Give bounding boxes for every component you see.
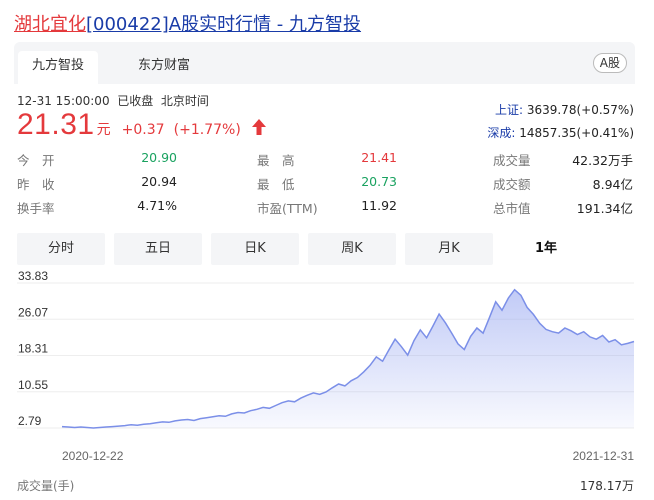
index-shenzhen: 深成: 14857.35(+0.41%)	[487, 124, 634, 141]
last-price: 21.31	[17, 108, 95, 141]
y-tick-label: 33.83	[18, 270, 48, 283]
index-shanghai: 上证: 3639.78(+0.57%)	[495, 101, 634, 118]
source-tabbar: 九方智投 东方财富 A股	[14, 42, 635, 84]
x-tick-label-end: 2021-12-31	[573, 449, 635, 463]
index-shanghai-value: 3639.78(+0.57%)	[526, 103, 634, 117]
stat-prev-close-value: 20.94	[141, 174, 177, 189]
title-suffix-link[interactable]: A股实时行情 - 九方智投	[169, 14, 361, 35]
y-tick-label: 18.31	[18, 342, 48, 356]
stat-turnover-value: 4.71%	[137, 198, 177, 213]
stat-turnover-label: 换手率	[17, 201, 55, 216]
y-tick-label: 2.79	[18, 414, 42, 428]
stats-grid: 今 开 20.90 昨 收 20.94 换手率 4.71% 最 高 21.41 …	[17, 150, 637, 220]
stock-code-link[interactable]: [000422]	[86, 14, 169, 35]
index-shanghai-label[interactable]: 上证:	[495, 103, 523, 117]
y-axis-ticks: 33.83 26.07 18.31 10.55 2.79	[18, 270, 48, 428]
stat-open-value: 20.90	[141, 150, 177, 165]
period-monthly-k-button[interactable]: 月K	[405, 233, 493, 265]
stat-pe-label: 市盈(TTM)	[257, 201, 318, 216]
index-shenzhen-label[interactable]: 深成:	[487, 126, 515, 140]
page-title[interactable]: 湖北宜化[000422]A股实时行情 - 九方智投	[14, 10, 361, 36]
price-change: +0.37	[121, 122, 165, 138]
stat-prev-close-label: 昨 收	[17, 177, 55, 192]
price-chart[interactable]: 33.83 26.07 18.31 10.55 2.79 2020-12-22 2021-…	[0, 270, 654, 470]
tab-eastmoney[interactable]: 东方财富	[124, 51, 204, 84]
stock-name-link[interactable]: 湖北宜化	[14, 14, 86, 35]
stat-volume-value: 42.32万手	[572, 153, 633, 168]
stat-volume-label: 成交量	[493, 153, 531, 168]
period-daily-k-button[interactable]: 日K	[211, 233, 299, 265]
period-intraday-button[interactable]: 分时	[17, 233, 105, 265]
period-5day-button[interactable]: 五日	[114, 233, 202, 265]
volume-max: 178.17万	[580, 479, 634, 493]
price-change-pct: (+1.77%)	[173, 122, 241, 138]
stat-market-cap-label: 总市值	[493, 201, 531, 216]
quote-datetime: 12-31 15:00:00 已收盘 北京时间	[17, 92, 209, 109]
stat-amount-value: 8.94亿	[592, 177, 633, 192]
price-row: 21.31 元 +0.37 (+1.77%)	[17, 108, 266, 142]
market-badge: A股	[592, 53, 627, 73]
y-tick-label: 26.07	[18, 305, 48, 319]
index-shenzhen-value: 14857.35(+0.41%)	[519, 126, 634, 140]
stat-amount-label: 成交额	[493, 177, 531, 192]
period-1year-button[interactable]: 1年	[502, 233, 590, 265]
timezone-label: 北京时间	[160, 94, 209, 108]
tab-jiufang[interactable]: 九方智投	[18, 51, 99, 84]
period-weekly-k-button[interactable]: 周K	[308, 233, 396, 265]
stat-high-value: 21.41	[361, 150, 397, 165]
stat-high-label: 最 高	[257, 153, 295, 168]
volume-label: 成交量(手)	[17, 479, 75, 493]
stat-open-label: 今 开	[17, 153, 55, 168]
y-tick-label: 10.55	[18, 378, 48, 392]
quote-time: 12-31 15:00:00	[17, 94, 110, 108]
price-area	[62, 289, 634, 428]
stat-pe-value: 11.92	[361, 198, 397, 213]
up-arrow-icon	[251, 119, 266, 139]
price-unit: 元	[96, 122, 111, 138]
stat-low-label: 最 低	[257, 177, 295, 192]
x-tick-label-start: 2020-12-22	[62, 449, 124, 463]
x-axis-ticks: 2020-12-22 2021-12-31	[62, 449, 634, 463]
stat-low-value: 20.73	[361, 174, 397, 189]
market-status: 已收盘	[117, 94, 154, 108]
stat-market-cap-value: 191.34亿	[576, 201, 633, 216]
